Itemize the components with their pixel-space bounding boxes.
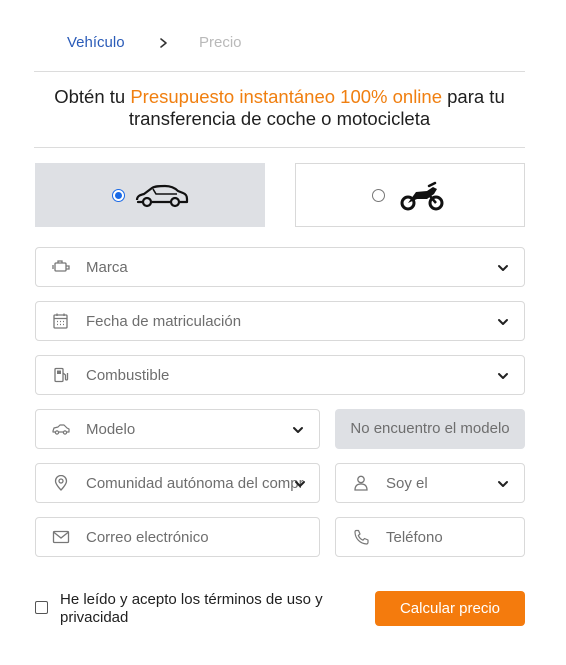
email-field[interactable]: Correo electrónico xyxy=(35,517,320,557)
breadcrumb: Vehículo Precio xyxy=(0,0,566,72)
engine-icon xyxy=(52,260,70,272)
chevron-down-icon xyxy=(498,373,508,379)
buyer-seller-placeholder: Soy el xyxy=(386,475,428,492)
model-select[interactable]: Modelo xyxy=(35,409,320,449)
fuel-pump-icon xyxy=(54,367,69,383)
page-title: Obtén tu Presupuesto instantáneo 100% on… xyxy=(34,86,525,130)
chevron-down-icon xyxy=(498,319,508,325)
calendar-icon xyxy=(53,313,68,329)
car-icon xyxy=(135,184,189,208)
divider xyxy=(34,71,525,72)
chevron-down-icon xyxy=(498,265,508,271)
divider xyxy=(34,147,525,148)
brand-select-placeholder: Marca xyxy=(86,259,128,276)
registration-date-placeholder: Fecha de matriculación xyxy=(86,313,242,330)
terms-label: He leído y acepto los términos de uso y … xyxy=(60,591,323,626)
headline-highlight: Presupuesto instantáneo 100% online xyxy=(130,86,442,107)
registration-date-select[interactable]: Fecha de matriculación xyxy=(35,301,525,341)
autonomous-community-placeholder: Comunidad autónoma del compra xyxy=(86,475,304,492)
phone-field[interactable]: Teléfono xyxy=(335,517,525,557)
headline-text-start: Obtén tu xyxy=(54,86,131,107)
model-not-found-button[interactable]: No encuentro el modelo xyxy=(335,409,525,449)
location-pin-icon xyxy=(54,475,68,491)
fuel-select[interactable]: Combustible xyxy=(35,355,525,395)
chevron-down-icon xyxy=(498,481,508,487)
calculate-price-button[interactable]: Calcular precio xyxy=(375,591,525,626)
model-select-placeholder: Modelo xyxy=(86,421,136,438)
buyer-seller-select[interactable]: Soy el xyxy=(335,463,525,503)
phone-field-placeholder: Teléfono xyxy=(386,529,443,546)
phone-icon xyxy=(354,529,369,545)
breadcrumb-step-vehiculo[interactable]: Vehículo xyxy=(67,34,125,51)
terms-checkbox[interactable] xyxy=(35,601,48,614)
vehicle-type-motorcycle-option[interactable] xyxy=(295,163,525,227)
user-icon xyxy=(354,475,368,491)
envelope-icon xyxy=(52,530,70,544)
chevron-down-icon xyxy=(295,481,305,487)
vehicle-type-car-option[interactable] xyxy=(35,163,265,227)
email-field-placeholder: Correo electrónico xyxy=(86,529,209,546)
autonomous-community-select[interactable]: Comunidad autónoma del compra xyxy=(35,463,320,503)
car-radio[interactable] xyxy=(112,189,125,202)
breadcrumb-step-precio: Precio xyxy=(199,34,242,51)
fuel-select-placeholder: Combustible xyxy=(86,367,170,384)
motorcycle-radio[interactable] xyxy=(372,189,385,202)
car-icon xyxy=(52,424,70,435)
chevron-down-icon xyxy=(293,427,303,433)
brand-select[interactable]: Marca xyxy=(35,247,525,287)
motorcycle-icon xyxy=(400,181,444,211)
chevron-right-icon xyxy=(160,38,167,48)
